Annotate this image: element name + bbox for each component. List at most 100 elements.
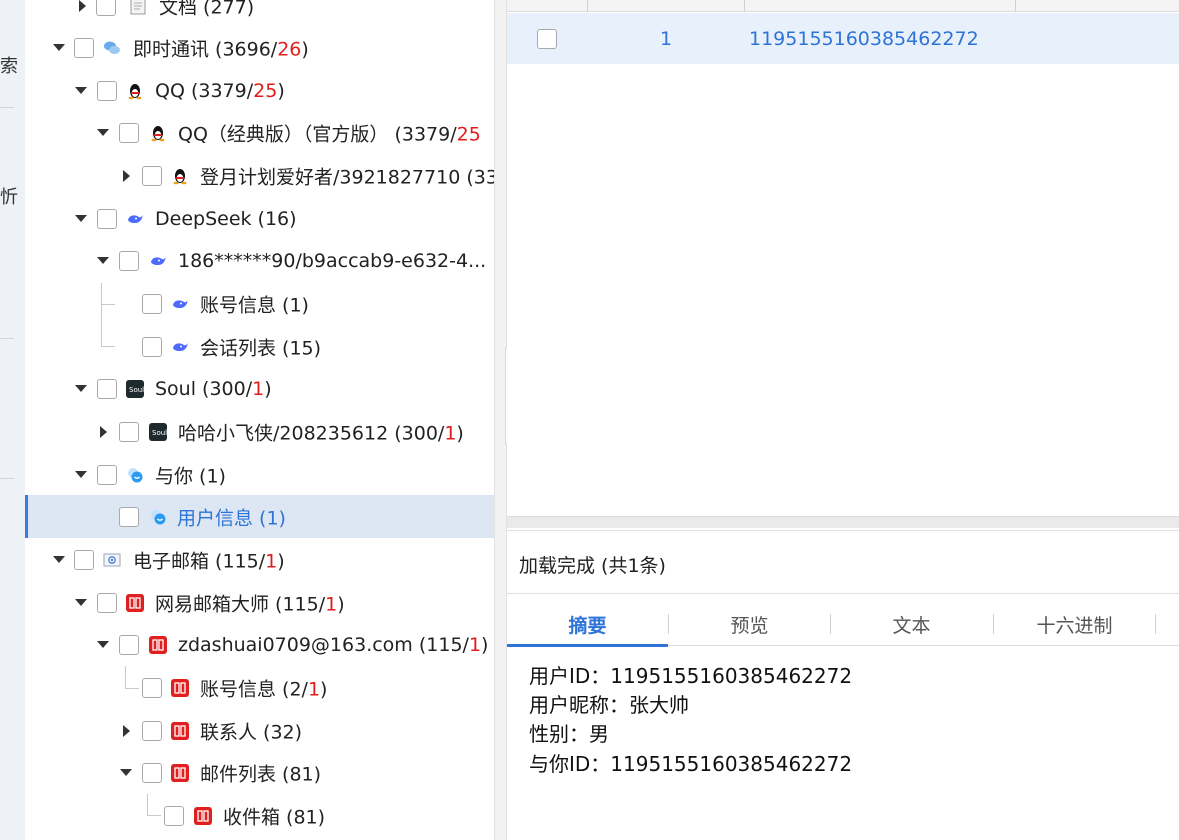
tree-row-mail-list[interactable]: 邮件列表 (81) bbox=[25, 751, 494, 794]
tree-row-mail-contacts[interactable]: 联系人 (32) bbox=[25, 709, 494, 752]
netease-mail-icon bbox=[171, 678, 189, 697]
load-status-text: 加载完成 (共1条) bbox=[519, 555, 666, 577]
svg-text:Soul: Soul bbox=[152, 429, 167, 437]
tree-checkbox[interactable] bbox=[96, 0, 116, 16]
summary-panel: 用户ID：1195155160385462272 用户昵称：张大帅 性别：男 与… bbox=[507, 647, 1179, 840]
tree-checkbox[interactable] bbox=[97, 464, 117, 485]
tree-row-qq-classic[interactable]: QQ（经典版）（官方版） (3379/25 bbox=[25, 111, 494, 154]
tree-label: 文档 (277) bbox=[159, 0, 255, 18]
tree-row-netease-mail[interactable]: 网易邮箱大师 (115/1) bbox=[25, 581, 494, 624]
netease-mail-icon bbox=[194, 806, 212, 825]
expand-toggle[interactable] bbox=[96, 425, 110, 439]
tree-row-yuni-user-info[interactable]: 用户信息 (1) bbox=[25, 495, 494, 538]
tree-checkbox[interactable] bbox=[164, 805, 184, 826]
tab-summary[interactable]: 摘要 bbox=[507, 602, 668, 647]
horizontal-scrollbar[interactable] bbox=[507, 516, 1179, 528]
tree-checkbox[interactable] bbox=[97, 80, 117, 101]
tab-text[interactable]: 文本 bbox=[831, 602, 992, 646]
tree-label: 联系人 (32) bbox=[200, 721, 303, 743]
tree-checkbox[interactable] bbox=[119, 506, 139, 527]
edge-divider bbox=[0, 478, 14, 479]
row-checkbox[interactable] bbox=[537, 28, 557, 49]
collapse-toggle[interactable] bbox=[74, 84, 88, 98]
tree-checkbox[interactable] bbox=[142, 293, 162, 314]
row-number: 1 bbox=[660, 27, 673, 50]
tree-row-deepseek-account[interactable]: 186******90/b9accab9-e632-4... bbox=[25, 239, 494, 282]
column-divider[interactable] bbox=[1015, 0, 1016, 12]
chat-bubbles-icon bbox=[103, 39, 121, 57]
detail-tabs: 摘要 预览 文本 十六进制 bbox=[507, 602, 1179, 647]
expand-toggle[interactable] bbox=[75, 0, 89, 13]
netease-mail-icon bbox=[126, 593, 144, 612]
tree-checkbox[interactable] bbox=[142, 165, 162, 186]
tree-label: Soul (300/1) bbox=[155, 377, 272, 400]
tree-checkbox[interactable] bbox=[74, 549, 94, 570]
tree-row-deepseek-account-info[interactable]: 账号信息 (1) bbox=[25, 282, 494, 325]
tree-label: 186******90/b9accab9-e632-4... bbox=[178, 249, 487, 272]
row-user-id: 1195155160385462272 bbox=[749, 27, 979, 50]
tree-checkbox[interactable] bbox=[142, 677, 162, 698]
tree-checkbox[interactable] bbox=[97, 208, 117, 229]
tree-checkbox[interactable] bbox=[142, 720, 162, 741]
tree-row-deepseek-sessions[interactable]: 会话列表 (15) bbox=[25, 325, 494, 368]
tree-checkbox[interactable] bbox=[119, 421, 139, 442]
collapse-toggle[interactable] bbox=[74, 596, 88, 610]
tab-preview[interactable]: 预览 bbox=[669, 602, 830, 646]
tree-label: 账号信息 (1) bbox=[200, 294, 309, 316]
edge-divider bbox=[0, 338, 14, 339]
summary-yuni-id: 与你ID：1195155160385462272 bbox=[529, 752, 853, 776]
soul-app-icon: Soul bbox=[149, 422, 167, 441]
tree-checkbox[interactable] bbox=[119, 122, 139, 143]
results-grid: 1 1195155160385462272 bbox=[507, 0, 1179, 520]
collapse-toggle[interactable] bbox=[52, 553, 66, 567]
tab-hex[interactable]: 十六进制 bbox=[994, 602, 1155, 646]
tree-checkbox[interactable] bbox=[119, 250, 139, 271]
tree-checkbox[interactable] bbox=[97, 592, 117, 613]
collapse-toggle[interactable] bbox=[74, 382, 88, 396]
collapse-toggle[interactable] bbox=[52, 41, 66, 55]
summary-nickname: 用户昵称：张大帅 bbox=[529, 693, 689, 717]
tree-label: 登月计划爱好者/3921827710 (33 bbox=[200, 166, 494, 188]
tree-checkbox[interactable] bbox=[119, 634, 139, 655]
tree-row-email[interactable]: 电子邮箱 (115/1) bbox=[25, 538, 494, 581]
collapse-toggle[interactable] bbox=[96, 126, 110, 140]
tree-label: 即时通讯 (3696/26) bbox=[133, 38, 309, 60]
tree-label: 收件箱 (81) bbox=[223, 806, 326, 828]
collapse-toggle[interactable] bbox=[96, 638, 110, 652]
tree-row-mail-account[interactable]: zdashuai0709@163.com (115/1) bbox=[25, 623, 494, 666]
netease-mail-icon bbox=[171, 763, 189, 782]
column-divider[interactable] bbox=[744, 0, 745, 12]
left-edge-panel: 索 忻 bbox=[0, 0, 25, 840]
tree-label: QQ（经典版）（官方版） (3379/25 bbox=[178, 123, 481, 145]
edge-glyph-analysis[interactable]: 忻 bbox=[0, 183, 18, 209]
yuni-chat-icon bbox=[126, 466, 144, 484]
tree-row-mail-account-info[interactable]: 账号信息 (2/1) bbox=[25, 666, 494, 709]
tree-row-yuni[interactable]: 与你 (1) bbox=[25, 453, 494, 496]
tree-checkbox[interactable] bbox=[142, 336, 162, 357]
tree-checkbox[interactable] bbox=[97, 378, 117, 399]
tree-row-documents[interactable]: 文档 (277) bbox=[25, 0, 494, 27]
tree-row-soul-account[interactable]: Soul 哈哈小飞侠/208235612 (300/1) bbox=[25, 410, 494, 453]
collapse-toggle[interactable] bbox=[74, 468, 88, 482]
grid-row[interactable]: 1 1195155160385462272 bbox=[507, 13, 1179, 64]
column-divider[interactable] bbox=[587, 0, 588, 12]
tree-row-qq-account[interactable]: 登月计划爱好者/3921827710 (33 bbox=[25, 154, 494, 197]
tree-row-deepseek[interactable]: DeepSeek (16) bbox=[25, 197, 494, 240]
yuni-chat-icon bbox=[149, 508, 167, 526]
tree-row-soul[interactable]: Soul Soul (300/1) bbox=[25, 367, 494, 410]
tree-row-instant-messaging[interactable]: 即时通讯 (3696/26) bbox=[25, 26, 494, 69]
deepseek-whale-icon bbox=[126, 210, 144, 228]
expand-toggle[interactable] bbox=[119, 169, 133, 183]
tree-label: 与你 (1) bbox=[155, 465, 226, 487]
tree-row-inbox[interactable]: 收件箱 (81) bbox=[25, 794, 494, 837]
tree-row-qq[interactable]: QQ (3379/25) bbox=[25, 69, 494, 112]
collapse-toggle[interactable] bbox=[119, 766, 133, 780]
soul-app-icon: Soul bbox=[126, 379, 144, 398]
edge-glyph-search[interactable]: 索 bbox=[0, 52, 18, 78]
expand-toggle[interactable] bbox=[119, 724, 133, 738]
svg-text:Soul: Soul bbox=[129, 386, 144, 394]
collapse-toggle[interactable] bbox=[74, 212, 88, 226]
tree-checkbox[interactable] bbox=[74, 37, 94, 58]
tree-checkbox[interactable] bbox=[142, 762, 162, 783]
collapse-toggle[interactable] bbox=[96, 254, 110, 268]
